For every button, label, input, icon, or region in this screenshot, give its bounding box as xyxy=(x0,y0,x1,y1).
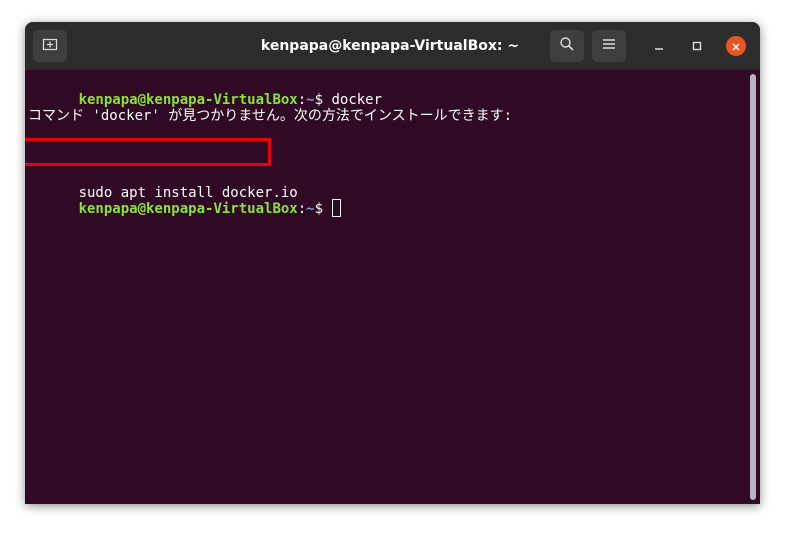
window-title: kenpapa@kenpapa-VirtualBox: ~ xyxy=(260,38,520,54)
prompt-user: kenpapa@kenpapa-VirtualBox xyxy=(78,201,298,217)
search-button[interactable] xyxy=(550,30,584,62)
highlight-box xyxy=(25,138,271,166)
output-line-highlighted: sudo apt install docker.io xyxy=(25,138,298,201)
scrollbar-thumb[interactable] xyxy=(750,74,756,500)
terminal-window: kenpapa@kenpapa-VirtualBox: ~ kenpapa@ke… xyxy=(25,22,760,504)
scrollbar[interactable] xyxy=(750,74,756,500)
title-bar[interactable]: kenpapa@kenpapa-VirtualBox: ~ xyxy=(25,22,760,70)
close-button[interactable] xyxy=(726,36,746,56)
search-icon xyxy=(559,36,575,56)
maximize-icon xyxy=(691,37,703,56)
minimize-button[interactable] xyxy=(649,36,669,56)
text-cursor xyxy=(332,199,342,217)
hamburger-menu-icon xyxy=(601,36,617,56)
new-tab-icon xyxy=(42,36,58,56)
output-line: コマンド 'docker' が見つかりません。次の方法でインストールできます: xyxy=(28,108,513,124)
prompt-colon: : xyxy=(297,201,307,217)
prompt-path: ~ xyxy=(306,201,315,217)
prompt-line: kenpapa@kenpapa-VirtualBox:~$ docker xyxy=(28,70,382,108)
maximize-button[interactable] xyxy=(687,36,707,56)
new-tab-button[interactable] xyxy=(33,30,67,62)
terminal-body[interactable]: kenpapa@kenpapa-VirtualBox:~$ docker コマン… xyxy=(25,70,749,504)
menu-button[interactable] xyxy=(592,30,626,62)
close-icon xyxy=(731,37,741,56)
prompt-symbol: $ xyxy=(314,201,332,217)
prompt-line: kenpapa@kenpapa-VirtualBox:~$ xyxy=(28,179,342,217)
minimize-icon xyxy=(653,37,665,56)
